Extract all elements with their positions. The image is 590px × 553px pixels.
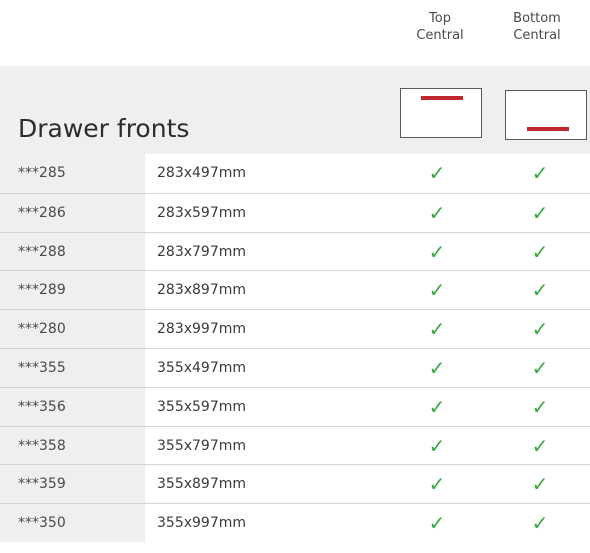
- product-size: 283x897mm: [157, 282, 247, 299]
- product-size: 355x497mm: [157, 359, 247, 376]
- check-top-icon: ✓: [428, 355, 446, 380]
- column-header-bottom-line2: Central: [513, 28, 561, 43]
- product-size: 283x797mm: [157, 243, 247, 260]
- section-title: Drawer fronts: [18, 114, 190, 143]
- product-code: ***358: [18, 437, 66, 454]
- product-code: ***285: [18, 165, 66, 181]
- table-row: ***286 283x597mm ✓ ✓: [0, 192, 590, 232]
- check-top-icon: ✓: [428, 511, 446, 536]
- product-size: 283x497mm: [157, 165, 247, 181]
- table-row: ***280 283x997mm ✓ ✓: [0, 309, 590, 348]
- check-top-icon: ✓: [428, 472, 446, 497]
- product-code: ***350: [18, 515, 66, 532]
- product-size: 355x797mm: [157, 437, 247, 454]
- product-code: ***356: [18, 398, 66, 415]
- product-size: 283x597mm: [157, 204, 247, 221]
- product-table-page: Top Central Bottom Central Drawer fronts…: [0, 0, 590, 553]
- table-row: ***350 355x997mm ✓ ✓: [0, 503, 590, 542]
- product-code: ***286: [18, 204, 66, 221]
- column-header-bottom-central: Bottom Central: [497, 10, 577, 44]
- column-header-top-line1: Top: [429, 11, 451, 26]
- handle-bar-icon: [421, 96, 463, 100]
- check-bottom-icon: ✓: [531, 200, 549, 225]
- check-bottom-icon: ✓: [531, 394, 549, 419]
- table-row: ***359 355x897mm ✓ ✓: [0, 464, 590, 504]
- product-code: ***280: [18, 321, 66, 338]
- check-bottom-icon: ✓: [531, 355, 549, 380]
- product-size: 355x597mm: [157, 398, 247, 415]
- product-code: ***355: [18, 359, 66, 376]
- check-bottom-icon: ✓: [531, 317, 549, 342]
- product-size: 355x897mm: [157, 476, 247, 493]
- check-bottom-icon: ✓: [531, 161, 549, 185]
- drawer-fronts-table: ***285 283x497mm ✓ ✓ ***286 283x597mm ✓ ✓ ***288…: [0, 154, 590, 542]
- table-row: ***288 283x797mm ✓ ✓: [0, 231, 590, 271]
- product-code: ***288: [18, 243, 66, 260]
- check-top-icon: ✓: [428, 239, 446, 264]
- check-top-icon: ✓: [428, 394, 446, 419]
- check-top-icon: ✓: [428, 433, 446, 458]
- table-row: ***358 355x797mm ✓ ✓: [0, 425, 590, 465]
- table-row: ***356 355x597mm ✓ ✓: [0, 386, 590, 426]
- table-row: ***285 283x497mm ✓ ✓: [0, 154, 590, 193]
- top-central-handle-diagram: [400, 88, 482, 138]
- check-bottom-icon: ✓: [531, 278, 549, 303]
- check-bottom-icon: ✓: [531, 472, 549, 497]
- bottom-central-handle-diagram: [505, 90, 587, 140]
- table-row: ***355 355x497mm ✓ ✓: [0, 347, 590, 387]
- product-code: ***289: [18, 282, 66, 299]
- check-top-icon: ✓: [428, 317, 446, 342]
- column-header-top-line2: Central: [416, 28, 464, 43]
- column-header-bottom-line1: Bottom: [513, 11, 561, 26]
- product-code: ***359: [18, 476, 66, 493]
- check-top-icon: ✓: [428, 200, 446, 225]
- check-top-icon: ✓: [428, 278, 446, 303]
- check-bottom-icon: ✓: [531, 433, 549, 458]
- product-size: 283x997mm: [157, 321, 247, 338]
- check-bottom-icon: ✓: [531, 511, 549, 536]
- table-row: ***289 283x897mm ✓ ✓: [0, 270, 590, 310]
- column-header-top-central: Top Central: [400, 10, 480, 44]
- check-bottom-icon: ✓: [531, 239, 549, 264]
- product-size: 355x997mm: [157, 515, 247, 532]
- check-top-icon: ✓: [428, 161, 446, 185]
- handle-bar-icon: [527, 127, 569, 131]
